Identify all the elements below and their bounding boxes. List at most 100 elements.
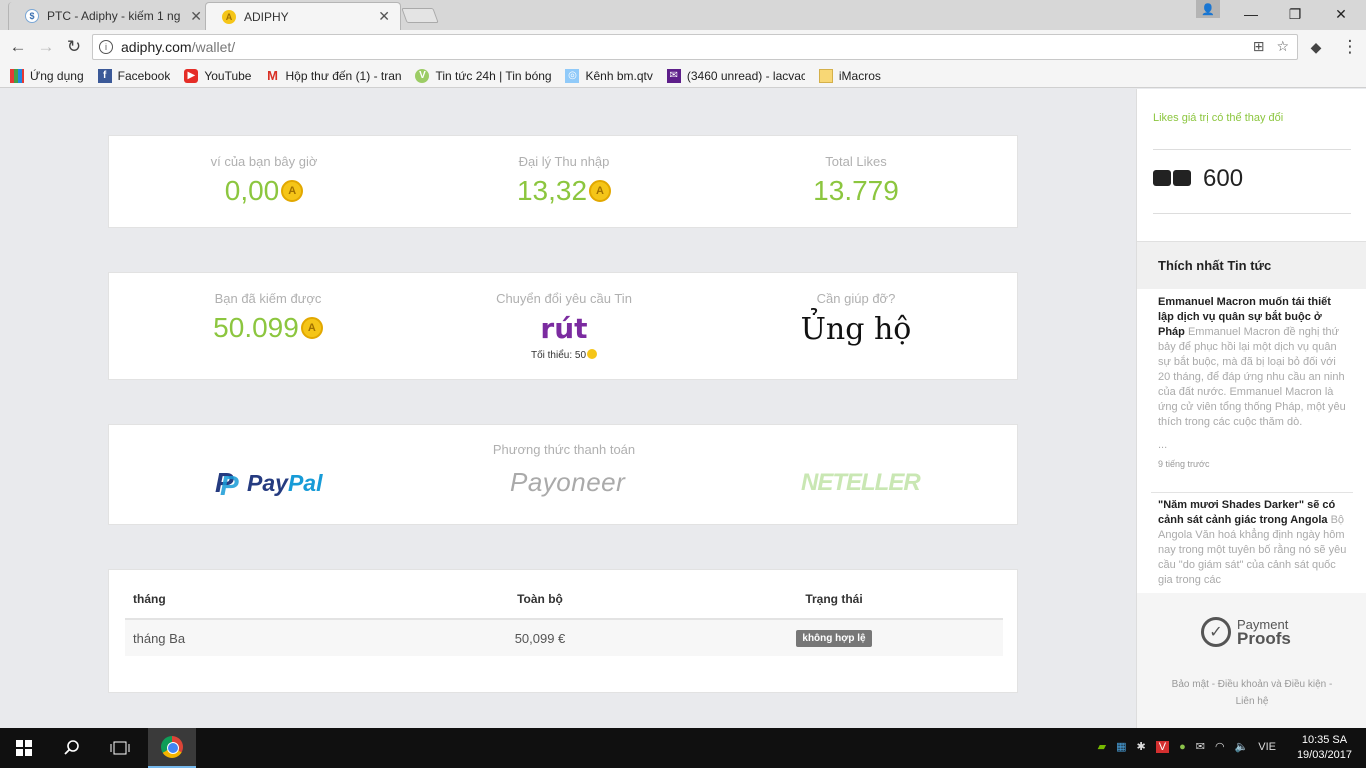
extension-icon[interactable]: ◆ <box>1304 35 1328 59</box>
payment-methods-title: Phương thức thanh toán <box>492 442 636 457</box>
reload-icon[interactable]: ↻ <box>62 35 86 59</box>
paypal-pal: Pal <box>287 469 323 496</box>
payoneer-logo[interactable]: Payoneer <box>510 467 625 498</box>
paypal-icon: PP <box>215 467 239 501</box>
payment-proofs-word2: Proofs <box>1237 629 1291 648</box>
news-headline[interactable]: "Năm mươi Shades Darker" sẽ có cảnh sát … <box>1158 499 1335 526</box>
current-wallet-value: 0,00 A <box>225 175 304 207</box>
language-indicator[interactable]: VIE <box>1258 741 1276 753</box>
sidebar: Likes giá trị có thể thay đổi 600 Thích … <box>1136 89 1366 728</box>
bookmark-label: YouTube <box>204 68 252 83</box>
address-bar[interactable]: i adiphy.com/wallet/ ⊞ ☆ <box>92 34 1298 60</box>
taskbar: ▰ ▦ ✱ V ● ✉ ◠ 🔈 VIE 10:35 SA 19/03/2017 <box>0 728 1366 768</box>
folder-icon <box>818 68 833 83</box>
bookmark-youtube[interactable]: ▶ YouTube <box>184 68 252 83</box>
news-time: 9 tiếng trước <box>1158 459 1210 469</box>
clock-date: 19/03/2017 <box>1296 749 1352 761</box>
volume-icon[interactable]: 🔈 <box>1235 740 1249 753</box>
tab-favicon-icon: $ <box>25 9 39 23</box>
footer-links-line1[interactable]: Bảo mật - Điều khoản và Điều kiện - <box>1137 676 1366 693</box>
back-arrow-icon[interactable]: ← <box>6 35 30 59</box>
close-tab-icon[interactable]: ✕ <box>378 8 390 25</box>
bookmark-imacros[interactable]: iMacros <box>818 68 881 83</box>
convert-label: Chuyển đổi yêu cầu Tin <box>496 291 632 306</box>
antivirus-icon[interactable]: V <box>1155 740 1170 753</box>
globe-icon: ◎ <box>565 68 580 83</box>
windows-start-icon[interactable] <box>0 728 48 768</box>
system-clock[interactable]: 10:35 SA 19/03/2017 <box>1297 733 1352 763</box>
header-status: Trạng thái <box>805 592 863 606</box>
bookmark-facebook[interactable]: f Facebook <box>97 68 171 83</box>
nvidia-icon[interactable]: ▰ <box>1098 740 1106 753</box>
translate-icon[interactable]: ⊞ <box>1253 38 1265 55</box>
close-window-button[interactable]: ✕ <box>1318 0 1364 28</box>
tab-ptc-adiphy[interactable]: $ PTC - Adiphy - kiếm 1 ng ✕ <box>8 2 213 30</box>
news-body: Emmanuel Macron đề nghị thứ bảy để phục … <box>1158 326 1346 428</box>
likes-counter: 600 <box>1153 165 1243 193</box>
bluetooth-icon[interactable]: ✱ <box>1137 740 1146 753</box>
wifi-icon[interactable]: ◠ <box>1215 740 1225 753</box>
tab-title: PTC - Adiphy - kiếm 1 ng <box>47 9 181 23</box>
agent-income: Đại lý Thu nhập 13,32 A <box>414 154 714 207</box>
info-icon[interactable]: i <box>99 40 113 54</box>
paypal-logo[interactable]: PP PayPal <box>215 467 323 501</box>
withdraw-section: Chuyển đổi yêu cầu Tin rút Tối thiểu: 50 <box>414 291 714 361</box>
youtube-icon: ▶ <box>184 68 199 83</box>
chrome-taskbar-icon[interactable] <box>148 728 196 768</box>
restore-button[interactable]: ❐ <box>1272 0 1318 28</box>
bookmark-gmail[interactable]: M Hộp thư đến (1) - tran <box>265 69 401 83</box>
browser-titlebar: $ PTC - Adiphy - kiếm 1 ng ✕ A ADIPHY ✕ … <box>0 0 1366 30</box>
tab-adiphy[interactable]: A ADIPHY ✕ <box>205 2 401 30</box>
earned-value: 50.099 A <box>213 312 323 344</box>
minimize-button[interactable]: — <box>1228 0 1274 28</box>
bookmark-mail[interactable]: ✉ (3460 unread) - lacvac <box>666 68 805 83</box>
gmail-icon: M <box>267 68 278 83</box>
support-link[interactable]: Ủng hộ <box>706 312 1006 347</box>
search-icon[interactable] <box>48 728 96 768</box>
bookmark-label: iMacros <box>838 68 881 83</box>
system-tray: ▰ ▦ ✱ V ● ✉ ◠ 🔈 VIE <box>1098 740 1276 753</box>
help-label: Cần giúp đỡ? <box>816 291 896 306</box>
status-badge: không hợp lệ <box>796 630 872 647</box>
bookmark-star-icon[interactable]: ☆ <box>1276 38 1289 55</box>
divider <box>1153 149 1351 150</box>
wallet-page: ví của bạn bây giờ 0,00 A Đại lý Thu nhập… <box>0 89 1136 728</box>
news-item[interactable]: Emmanuel Macron muốn tái thiết lập dịch … <box>1158 295 1348 472</box>
total-likes-label: Total Likes <box>825 154 887 169</box>
footer-links-line2[interactable]: Liên hệ <box>1137 693 1366 710</box>
agent-income-amount: 13,32 <box>516 175 588 206</box>
history-card: tháng Toàn bộ Trạng thái tháng Ba 50,099… <box>108 569 1018 693</box>
close-tab-icon[interactable]: ✕ <box>190 8 202 25</box>
checkmark-icon: ✓ <box>1201 617 1231 647</box>
earned-total: Bạn đã kiếm được 50.099 A <box>118 291 418 344</box>
bookmark-label: Facebook <box>117 68 171 83</box>
neteller-logo[interactable]: NETELLER <box>801 469 921 497</box>
sidebar-footer: ✓ Payment Proofs Bảo mật - Điều khoản và… <box>1137 593 1366 728</box>
coin-icon: A <box>300 317 323 339</box>
new-tab-button[interactable] <box>401 8 439 23</box>
app-tray-icon[interactable]: ● <box>1179 741 1186 753</box>
coin-icon <box>587 349 598 359</box>
task-view-icon[interactable] <box>96 728 144 768</box>
payment-proofs-link[interactable]: ✓ Payment Proofs <box>1201 617 1291 647</box>
row-total: 50,099 € <box>514 630 566 646</box>
news-item[interactable]: "Năm mươi Shades Darker" sẽ có cảnh sát … <box>1158 498 1348 591</box>
earned-label: Bạn đã kiếm được <box>214 291 322 306</box>
bookmark-bm-qtv[interactable]: ◎ Kênh bm.qtv <box>565 68 653 83</box>
forward-arrow-icon[interactable]: → <box>34 35 58 59</box>
current-wallet: ví của bạn bây giờ 0,00 A <box>114 154 414 207</box>
likes-count: 600 <box>1203 165 1244 192</box>
withdraw-link[interactable]: rút <box>414 312 714 345</box>
user-profile-icon[interactable]: 👤 <box>1196 0 1220 18</box>
chrome-icon <box>161 736 183 758</box>
ime-icon[interactable]: ✉ <box>1196 740 1205 753</box>
bookmark-label: Kênh bm.qtv <box>585 68 653 83</box>
network-app-icon[interactable]: ▦ <box>1116 740 1126 753</box>
current-wallet-amount: 0,00 <box>224 175 280 206</box>
bookmark-label: Tin tức 24h | Tin bóng <box>435 68 552 83</box>
total-likes-value: 13.779 <box>813 175 899 206</box>
menu-icon[interactable]: ⋮ <box>1338 35 1362 59</box>
bookmark-label: (3460 unread) - lacvac <box>686 68 805 83</box>
bookmark-apps[interactable]: Ứng dụng <box>10 68 84 83</box>
bookmark-news[interactable]: V Tin tức 24h | Tin bóng <box>415 68 552 83</box>
